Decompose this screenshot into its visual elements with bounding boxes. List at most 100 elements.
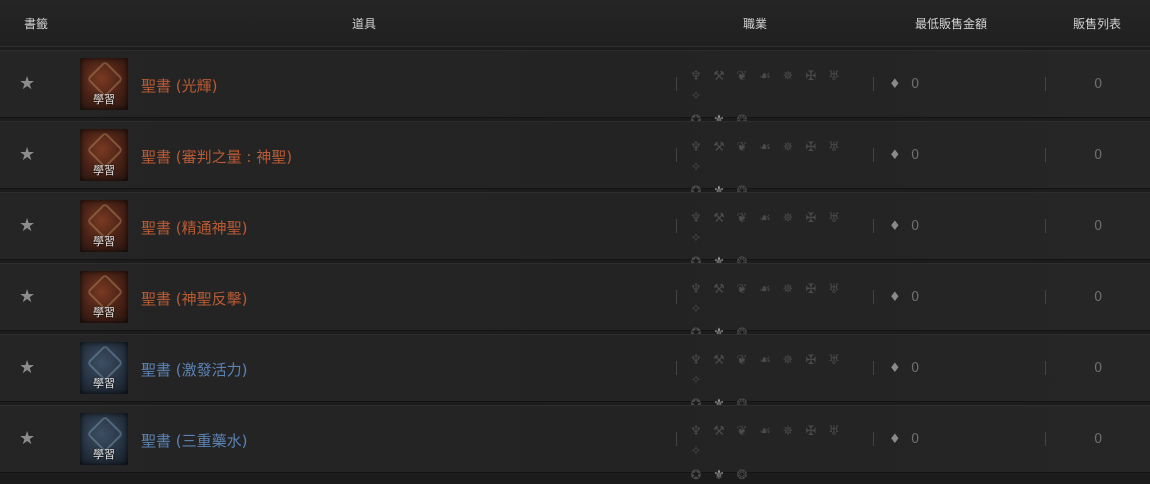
mage-icon: ✵ [782, 211, 794, 226]
book-icon[interactable]: 學習 [80, 271, 128, 323]
class-icons: ♆⚒❦☙✵✠♅✧ ✪⚜❂ [686, 207, 866, 271]
class-icons: ♆⚒❦☙✵✠♅✧ ✪⚜❂ [686, 136, 866, 200]
spear-icon: ✧ [690, 302, 702, 317]
book-icon[interactable]: 學習 [80, 58, 128, 110]
knight-icon: ⚒ [713, 424, 725, 439]
min-price: 0 [911, 148, 920, 163]
min-price: 0 [911, 77, 920, 92]
book-icon[interactable]: 學習 [80, 413, 128, 465]
gem-icon: ♦ [889, 432, 901, 447]
book-icon[interactable]: 學習 [80, 129, 128, 181]
divider [1045, 219, 1046, 233]
min-price: 0 [911, 432, 920, 447]
warrior-icon: ♆ [690, 140, 702, 155]
learn-tag: 學習 [93, 377, 115, 390]
divider [873, 432, 874, 446]
header-class[interactable]: 職業 [743, 15, 767, 32]
divider [873, 290, 874, 304]
header-listings[interactable]: 販售列表 [1073, 15, 1121, 32]
class-icons: ♆⚒❦☙✵✠♅✧ ✪⚜❂ [686, 349, 866, 413]
knight-icon: ⚒ [713, 211, 725, 226]
divider [873, 77, 874, 91]
mage-icon: ✵ [782, 353, 794, 368]
listing-count: 0 [1094, 361, 1103, 376]
learn-tag: 學習 [93, 235, 115, 248]
warlord-icon: ✠ [805, 69, 817, 84]
assassin-icon: ☙ [759, 211, 771, 226]
mage-icon: ✵ [782, 140, 794, 155]
star-icon[interactable]: ★ [19, 357, 35, 378]
item-name[interactable]: 聖書 (光輝) [141, 75, 217, 96]
gem-icon: ♦ [889, 361, 901, 376]
star-icon[interactable]: ★ [19, 144, 35, 165]
table-row[interactable]: ★ 學習 聖書 (神聖反擊) ♆⚒❦☙✵✠♅✧ ✪⚜❂ ♦ 0 0 [0, 263, 1150, 341]
sorcerer-icon: ♅ [828, 69, 840, 84]
book-icon[interactable]: 學習 [80, 342, 128, 394]
warlord-icon: ✠ [805, 140, 817, 155]
class-icons: ♆⚒❦☙✵✠♅✧ ✪⚜❂ [686, 420, 866, 484]
divider [1045, 77, 1046, 91]
class-icons: ♆⚒❦☙✵✠♅✧ ✪⚜❂ [686, 278, 866, 342]
header-item[interactable]: 道具 [352, 15, 376, 32]
mage-icon: ✵ [782, 282, 794, 297]
table-row[interactable]: ★ 學習 聖書 (光輝) ♆⚒❦☙✵✠♅✧ ✪⚜❂ ♦ 0 0 [0, 50, 1150, 128]
divider [1045, 432, 1046, 446]
archer-icon: ❦ [736, 211, 748, 226]
listing-count: 0 [1094, 148, 1103, 163]
listing-count: 0 [1094, 77, 1103, 92]
assassin-icon: ☙ [759, 353, 771, 368]
star-icon[interactable]: ★ [19, 286, 35, 307]
warrior-icon: ♆ [690, 211, 702, 226]
divider [1045, 361, 1046, 375]
star-icon[interactable]: ★ [19, 428, 35, 449]
item-name[interactable]: 聖書 (精通神聖) [141, 217, 247, 238]
divider [873, 361, 874, 375]
knight-icon: ⚒ [713, 140, 725, 155]
book-icon[interactable]: 學習 [80, 200, 128, 252]
archer-icon: ❦ [736, 140, 748, 155]
archer-icon: ❦ [736, 353, 748, 368]
table-row[interactable]: ★ 學習 聖書 (三重藥水) ♆ ⚒ ❦ ☙ ✵ ✠ ♅✧ ✪ ⚜ ❂ ♦ 0 0 [0, 405, 1150, 483]
gem-icon: ♦ [889, 148, 901, 163]
item-name[interactable]: 聖書 (審判之量 : 神聖) [141, 146, 292, 167]
class-icons: ♆⚒❦☙✵✠♅✧ ✪⚜❂ [686, 65, 866, 129]
divider [676, 77, 677, 91]
table-row[interactable]: ★ 學習 聖書 (激發活力) ♆⚒❦☙✵✠♅✧ ✪⚜❂ ♦ 0 0 [0, 334, 1150, 412]
spear-icon: ✧ [690, 373, 702, 388]
assassin-icon: ☙ [759, 69, 771, 84]
min-price: 0 [911, 290, 920, 305]
item-name[interactable]: 聖書 (激發活力) [141, 359, 247, 380]
sorcerer-icon: ♅ [828, 282, 840, 297]
sorcerer-icon: ♅ [828, 140, 840, 155]
warrior-icon: ♆ [690, 424, 702, 439]
archer-icon: ❦ [736, 69, 748, 84]
divider [676, 148, 677, 162]
item-name[interactable]: 聖書 (神聖反擊) [141, 288, 247, 309]
knight-icon: ⚒ [713, 282, 725, 297]
warlord-icon: ✠ [805, 211, 817, 226]
warrior-icon: ♆ [690, 69, 702, 84]
star-icon[interactable]: ★ [19, 215, 35, 236]
star-icon[interactable]: ★ [19, 73, 35, 94]
table-row[interactable]: ★ 學習 聖書 (精通神聖) ♆⚒❦☙✵✠♅✧ ✪⚜❂ ♦ 0 0 [0, 192, 1150, 270]
learn-tag: 學習 [93, 448, 115, 461]
archer-icon: ❦ [736, 424, 748, 439]
learn-tag: 學習 [93, 93, 115, 106]
divider [1045, 290, 1046, 304]
item-list: ★ 學習 聖書 (光輝) ♆⚒❦☙✵✠♅✧ ✪⚜❂ ♦ 0 0 ★ 學習 聖書 … [0, 50, 1150, 483]
sorcerer-icon: ♅ [828, 424, 840, 439]
learn-tag: 學習 [93, 306, 115, 319]
header-min-price[interactable]: 最低販售金額 [915, 15, 987, 32]
knight-icon: ⚒ [713, 353, 725, 368]
item-name[interactable]: 聖書 (三重藥水) [141, 430, 247, 451]
mage-icon: ✵ [782, 424, 794, 439]
knight-icon: ⚒ [713, 69, 725, 84]
archer-icon: ❦ [736, 282, 748, 297]
assassin-icon: ☙ [759, 140, 771, 155]
gem-icon: ♦ [889, 77, 901, 92]
min-price: 0 [911, 219, 920, 234]
divider [676, 290, 677, 304]
table-row[interactable]: ★ 學習 聖書 (審判之量 : 神聖) ♆⚒❦☙✵✠♅✧ ✪⚜❂ ♦ 0 0 [0, 121, 1150, 199]
warrior-icon: ♆ [690, 353, 702, 368]
header-favorites[interactable]: 書籤 [24, 15, 48, 32]
